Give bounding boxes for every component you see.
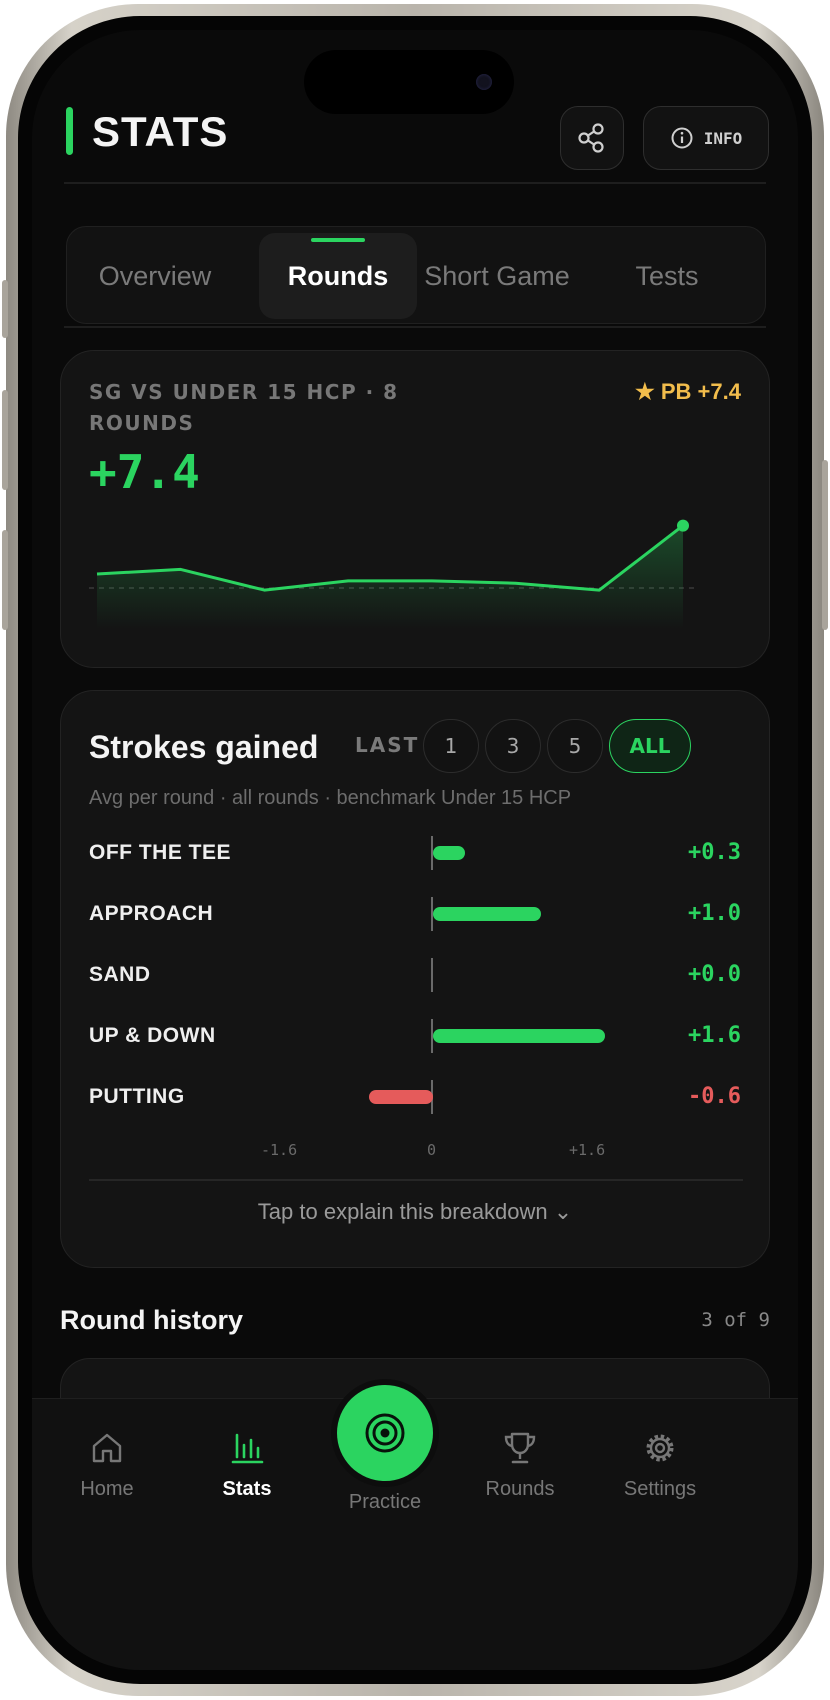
explain-breakdown-button[interactable]: Tap to explain this breakdown ⌄ bbox=[61, 1199, 769, 1225]
sg-value-approach: +1.0 bbox=[688, 901, 741, 926]
title-accent-bar bbox=[66, 107, 73, 155]
tab-tests[interactable]: Tests bbox=[597, 227, 737, 325]
last-filter-label: LAST bbox=[355, 733, 420, 757]
sg-row-label-putting: PUTTING bbox=[89, 1085, 185, 1108]
sg-row-label-approach: APPROACH bbox=[89, 902, 214, 925]
round-history-title: Round history bbox=[60, 1305, 243, 1335]
tab-short-game[interactable]: Short Game bbox=[417, 227, 577, 325]
app-screen: STATS INFO Overview Rounds Short Game Te… bbox=[32, 30, 798, 1670]
tabs-divider bbox=[64, 326, 766, 328]
personal-best-badge: ★ PB +7.4 bbox=[635, 379, 741, 404]
share-button[interactable] bbox=[560, 106, 624, 170]
tab-rounds[interactable]: Rounds bbox=[259, 233, 417, 319]
practice-button[interactable] bbox=[337, 1385, 433, 1481]
phone-volume-down-button bbox=[2, 530, 8, 630]
gear-icon bbox=[646, 1434, 674, 1462]
filter-all[interactable]: ALL bbox=[609, 719, 691, 773]
sg-row-label-off-the-tee: OFF THE TEE bbox=[89, 841, 231, 864]
info-icon bbox=[671, 127, 693, 149]
strokes-gained-title: Strokes gained bbox=[89, 729, 319, 765]
nav-settings[interactable]: Settings bbox=[590, 1429, 730, 1501]
sg-value-putting: -0.6 bbox=[688, 1084, 741, 1109]
sg-row-label-sand: SAND bbox=[89, 963, 151, 986]
share-icon bbox=[578, 123, 604, 153]
tab-overview[interactable]: Overview bbox=[75, 227, 235, 325]
round-history-count: 3 of 9 bbox=[701, 1309, 770, 1331]
nav-home[interactable]: Home bbox=[37, 1429, 177, 1501]
nav-settings-label: Settings bbox=[623, 1478, 697, 1500]
tab-active-indicator bbox=[311, 238, 365, 242]
sg-summary-label: SG VS UNDER 15 HCP · 8 ROUNDS bbox=[89, 380, 399, 435]
sg-summary-value: +7.4 bbox=[89, 445, 200, 499]
front-camera bbox=[476, 74, 492, 90]
home-icon bbox=[92, 1433, 122, 1463]
sg-trend-area bbox=[97, 525, 683, 629]
sg-value-off-the-tee: +0.3 bbox=[688, 840, 741, 865]
sg-trend-chart bbox=[89, 519, 695, 629]
sg-value-sand: +0.0 bbox=[688, 962, 741, 987]
page-title: STATS bbox=[92, 108, 229, 155]
target-icon bbox=[365, 1413, 405, 1453]
nav-stats[interactable]: Stats bbox=[177, 1429, 317, 1501]
info-label: INFO bbox=[703, 128, 743, 148]
phone-volume-up-button bbox=[2, 390, 8, 490]
sg-summary-card[interactable]: SG VS UNDER 15 HCP · 8 ROUNDS ★ PB +7.4 … bbox=[60, 350, 770, 668]
nav-home-label: Home bbox=[80, 1478, 134, 1500]
nav-rounds[interactable]: Rounds bbox=[450, 1429, 590, 1501]
filter-last-1[interactable]: 1 bbox=[423, 719, 479, 773]
sg-trend-point bbox=[677, 519, 689, 532]
phone-action-button bbox=[2, 280, 8, 338]
phone-power-button bbox=[822, 460, 828, 630]
sg-bar-up-down bbox=[433, 1029, 605, 1043]
bottom-tab-bar: Home Stats Practice Rounds Settings bbox=[32, 1385, 798, 1670]
sg-zero-axis bbox=[431, 958, 433, 992]
breakdown-divider bbox=[89, 1179, 743, 1181]
axis-tick-min: -1.6 bbox=[261, 1141, 298, 1159]
strokes-gained-subtitle: Avg per round · all rounds · benchmark U… bbox=[89, 787, 572, 809]
nav-stats-label: Stats bbox=[222, 1478, 272, 1500]
header-divider bbox=[64, 182, 766, 184]
sg-bar-approach bbox=[433, 907, 541, 921]
sg-bar-off-the-tee bbox=[433, 846, 466, 860]
filter-last-5[interactable]: 5 bbox=[547, 719, 603, 773]
axis-tick-max: +1.6 bbox=[569, 1141, 606, 1159]
filter-last-3[interactable]: 3 bbox=[485, 719, 541, 773]
nav-rounds-label: Rounds bbox=[485, 1478, 555, 1500]
strokes-gained-card: Strokes gained LAST 1 3 5 ALL Avg per ro… bbox=[60, 690, 770, 1268]
bar-chart-icon bbox=[231, 1433, 264, 1464]
sg-value-up-down: +1.6 bbox=[688, 1023, 741, 1048]
axis-tick-zero: 0 bbox=[427, 1141, 437, 1159]
sg-row-label-up-down: UP & DOWN bbox=[89, 1024, 216, 1047]
info-button[interactable]: INFO bbox=[643, 106, 769, 170]
dynamic-island bbox=[304, 50, 514, 114]
sg-bar-putting bbox=[368, 1090, 433, 1104]
nav-practice-label: Practice bbox=[348, 1491, 422, 1513]
trophy-icon bbox=[504, 1432, 536, 1464]
stats-tabs: Overview Rounds Short Game Tests bbox=[66, 226, 766, 324]
